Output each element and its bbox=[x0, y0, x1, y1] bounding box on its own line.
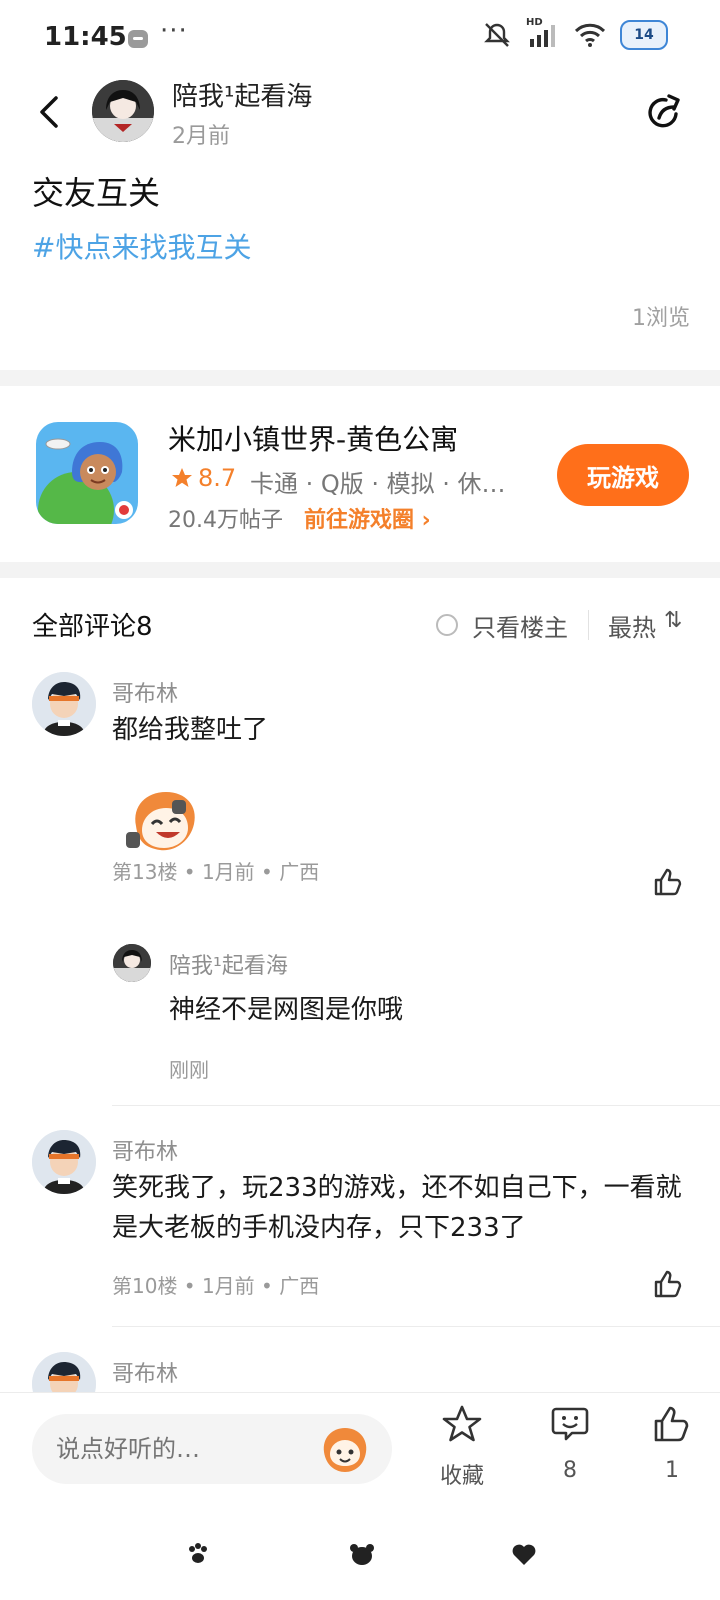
commenter-avatar[interactable] bbox=[32, 672, 96, 736]
author-avatar[interactable] bbox=[92, 80, 154, 142]
game-post-count: 20.4万帖子 bbox=[168, 508, 283, 533]
post-title: 交友互关 bbox=[32, 174, 161, 212]
wifi-icon bbox=[574, 23, 606, 47]
bottom-bar-divider bbox=[0, 1392, 720, 1393]
only-op-radio[interactable] bbox=[436, 614, 458, 636]
all-comments-title: 全部评论8 bbox=[32, 612, 153, 642]
vertical-divider bbox=[588, 610, 589, 640]
commenter-name[interactable]: 哥布林 bbox=[112, 1134, 178, 1166]
sort-toggle-icon[interactable]: ⇅ bbox=[664, 608, 686, 633]
bear-nav-icon[interactable] bbox=[348, 1540, 376, 1568]
status-icons: HD 14 bbox=[482, 17, 668, 50]
paw-nav-icon[interactable] bbox=[184, 1540, 212, 1568]
goto-game-circle-link[interactable]: 前往游戏圈 › bbox=[304, 502, 431, 534]
section-divider bbox=[0, 562, 720, 578]
commenter-avatar[interactable] bbox=[32, 1352, 96, 1392]
game-icon[interactable] bbox=[36, 422, 138, 524]
share-icon[interactable] bbox=[642, 90, 686, 134]
commenter-avatar[interactable] bbox=[32, 1130, 96, 1194]
more-notifications-indicator: ··· bbox=[160, 16, 188, 46]
comment-divider bbox=[112, 1105, 720, 1106]
section-divider bbox=[0, 370, 720, 386]
comment-meta: 第10楼 • 1月前 • 广西 bbox=[112, 1274, 320, 1298]
thumbs-up-icon[interactable] bbox=[652, 1404, 692, 1444]
likes-count[interactable]: 1 bbox=[632, 1458, 712, 1483]
commenter-name[interactable]: 哥布林 bbox=[112, 1356, 178, 1388]
mute-bell-icon bbox=[484, 23, 510, 47]
comment-text: 都给我整吐了 bbox=[112, 715, 269, 745]
only-op-label[interactable]: 只看楼主 bbox=[472, 608, 568, 643]
favorite-label[interactable]: 收藏 bbox=[422, 1458, 502, 1490]
comment-partial: 哥布林 bbox=[0, 1326, 720, 1392]
status-time: 11:45 bbox=[44, 22, 127, 52]
favorite-star-icon[interactable] bbox=[442, 1404, 482, 1444]
thumbs-up-icon[interactable] bbox=[652, 1268, 684, 1300]
battery-indicator: 14 bbox=[620, 20, 668, 50]
comment-bubble-icon[interactable] bbox=[550, 1404, 590, 1444]
author-name[interactable]: 陪我¹起看海 bbox=[172, 76, 312, 113]
view-count: 1浏览 bbox=[632, 306, 690, 331]
comment-meta: 第13楼 • 1月前 • 广西 bbox=[112, 860, 320, 884]
star-rating-icon bbox=[172, 468, 192, 487]
reply-text: 神经不是网图是你哦 bbox=[169, 995, 404, 1025]
post-time: 2月前 bbox=[172, 124, 230, 149]
reply-avatar[interactable] bbox=[113, 944, 151, 982]
comment-text: 笑死我了，玩233的游戏，还不如自己下，一看就是大老板的手机没内存，只下233了 bbox=[112, 1173, 682, 1243]
post-topic-tag[interactable]: #快点来找我互关 bbox=[32, 226, 251, 266]
sticker-laughing-mascot bbox=[126, 792, 195, 851]
sort-hot-button[interactable]: 最热 bbox=[608, 608, 656, 643]
heart-nav-icon[interactable] bbox=[510, 1540, 538, 1568]
game-rating: 8.7 bbox=[198, 464, 237, 492]
message-notification-icon bbox=[128, 30, 148, 48]
back-arrow-icon[interactable] bbox=[30, 92, 70, 132]
cellular-signal-icon: HD bbox=[526, 17, 560, 49]
commenter-name[interactable]: 哥布林 bbox=[112, 676, 178, 708]
game-tags: 卡通 · Q版 · 模拟 · 休… bbox=[250, 470, 506, 498]
game-name[interactable]: 米加小镇世界-黄色公寓 bbox=[168, 418, 458, 458]
reply-author-name[interactable]: 陪我¹起看海 bbox=[169, 948, 288, 980]
emoji-sticker-icon[interactable] bbox=[316, 1420, 374, 1478]
thumbs-up-icon[interactable] bbox=[652, 866, 684, 898]
reply-time: 刚刚 bbox=[169, 1058, 209, 1082]
play-game-button[interactable]: 玩游戏 bbox=[557, 444, 689, 506]
comments-count[interactable]: 8 bbox=[530, 1458, 610, 1483]
